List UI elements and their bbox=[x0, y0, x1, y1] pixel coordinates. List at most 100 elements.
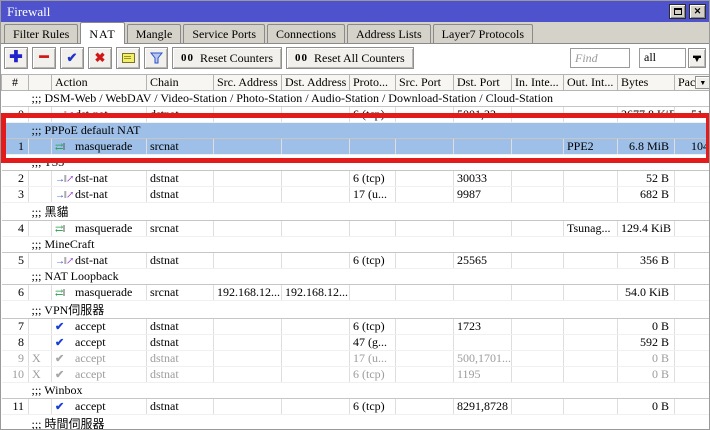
accept-icon: ✔ bbox=[55, 369, 64, 381]
rule-flag: X bbox=[28, 366, 52, 383]
src-port-cell bbox=[395, 106, 454, 123]
comment-text: ;;; Winbox bbox=[1, 382, 709, 399]
comment-text: ;;; TS3 bbox=[1, 154, 709, 171]
packets-cell bbox=[674, 170, 709, 187]
dst-address-cell bbox=[281, 398, 350, 415]
table-row[interactable]: 1 ⇄‖ masquerade srcnat PPE2 6.8 MiB 104 bbox=[1, 138, 709, 155]
table-row[interactable]: 10 X ✔ accept dstnat 6 (tcp) 1195 0 B bbox=[1, 366, 709, 383]
dst-port-cell: 1723 bbox=[453, 318, 512, 335]
combo-dropdown-button[interactable]: ▬ ▼ bbox=[688, 48, 706, 68]
disable-button[interactable]: ✖ bbox=[88, 47, 112, 69]
tab-layer7-protocols[interactable]: Layer7 Protocols bbox=[432, 24, 533, 43]
filter-combo-value[interactable]: all bbox=[639, 48, 686, 68]
column-header-flags[interactable] bbox=[28, 74, 52, 91]
remove-button[interactable]: ━ bbox=[32, 47, 56, 69]
table-row[interactable]: 6 ⇄‖ masquerade srcnat 192.168.12... 192.168.… bbox=[1, 284, 709, 301]
packets-cell bbox=[674, 334, 709, 351]
table-row[interactable]: 0 →‖↗ dst-nat dstnat 6 (tcp) 5001,22... 2677.8… bbox=[1, 106, 709, 123]
action-cell: ✔ accept bbox=[51, 366, 147, 383]
tab-nat[interactable]: NAT bbox=[80, 22, 125, 44]
out-interface-cell bbox=[563, 398, 618, 415]
column-header-dst-address[interactable]: Dst. Address bbox=[281, 74, 350, 91]
src-port-cell bbox=[395, 284, 454, 301]
column-header-#[interactable]: # bbox=[1, 74, 29, 91]
comment-row[interactable]: ;;; NAT Loopback bbox=[1, 268, 709, 285]
add-button[interactable]: ✚ bbox=[4, 47, 28, 69]
column-header-src-address[interactable]: Src. Address bbox=[213, 74, 282, 91]
rule-number: 0 bbox=[1, 106, 29, 123]
comment-row[interactable]: ;;; PPPoE default NAT bbox=[1, 122, 709, 139]
column-header-in-inte-[interactable]: In. Inte... bbox=[511, 74, 564, 91]
in-interface-cell bbox=[511, 252, 564, 269]
table-row[interactable]: 4 ⇄‖ masquerade srcnat Tsunag... 129.4 KiB bbox=[1, 220, 709, 237]
rule-number: 7 bbox=[1, 318, 29, 335]
minus-icon: ━ bbox=[39, 49, 49, 66]
action-cell: →‖↗ dst-nat bbox=[51, 186, 147, 203]
dst-port-cell bbox=[453, 220, 512, 237]
comment-row[interactable]: ;;; TS3 bbox=[1, 154, 709, 171]
table-row[interactable]: 2 →‖↗ dst-nat dstnat 6 (tcp) 30033 52 B bbox=[1, 170, 709, 187]
in-interface-cell bbox=[511, 318, 564, 335]
comment-text: ;;; PPPoE default NAT bbox=[1, 122, 709, 139]
bytes-cell: 682 B bbox=[617, 186, 675, 203]
comment-row[interactable]: ;;; 時間伺服器 bbox=[1, 414, 709, 429]
column-header-out-int-[interactable]: Out. Int... bbox=[563, 74, 618, 91]
enable-button[interactable]: ✔ bbox=[60, 47, 84, 69]
table-row[interactable]: 8 ✔ accept dstnat 47 (g... 592 B bbox=[1, 334, 709, 351]
packets-cell bbox=[674, 366, 709, 383]
column-header-bytes[interactable]: Bytes bbox=[617, 74, 675, 91]
table-row[interactable]: 11 ✔ accept dstnat 6 (tcp) 8291,8728 0 B bbox=[1, 398, 709, 415]
packets-cell bbox=[674, 350, 709, 367]
comment-row[interactable]: ;;; MineCraft bbox=[1, 236, 709, 253]
column-header-src-port[interactable]: Src. Port bbox=[395, 74, 454, 91]
comment-row[interactable]: ;;; Winbox bbox=[1, 382, 709, 399]
comment-row[interactable]: ;;; DSM-Web / WebDAV / Video-Station / P… bbox=[1, 90, 709, 107]
dst-address-cell bbox=[281, 334, 350, 351]
column-header-proto-[interactable]: Proto... bbox=[349, 74, 396, 91]
find-input[interactable] bbox=[570, 48, 630, 68]
src-port-cell bbox=[395, 334, 454, 351]
close-icon: ✕ bbox=[693, 6, 702, 16]
dst-port-cell bbox=[453, 284, 512, 301]
dst-port-cell: 9987 bbox=[453, 186, 512, 203]
chain-cell: dstnat bbox=[146, 252, 214, 269]
comment-row[interactable]: ;;; VPN伺服器 bbox=[1, 300, 709, 319]
comment-icon bbox=[121, 53, 135, 63]
table-row[interactable]: 7 ✔ accept dstnat 6 (tcp) 1723 0 B bbox=[1, 318, 709, 335]
rule-number: 3 bbox=[1, 186, 29, 203]
table-row[interactable]: 5 →‖↗ dst-nat dstnat 6 (tcp) 25565 356 B bbox=[1, 252, 709, 269]
out-interface-cell bbox=[563, 106, 618, 123]
protocol-cell: 6 (tcp) bbox=[349, 398, 396, 415]
column-header-action[interactable]: Action bbox=[51, 74, 147, 91]
table-row[interactable]: 9 X ✔ accept dstnat 17 (u... 500,1701... 0 B bbox=[1, 350, 709, 367]
column-menu-button[interactable]: ▼ bbox=[695, 76, 709, 89]
tab-connections[interactable]: Connections bbox=[267, 24, 345, 43]
masquerade-icon: ⇄‖ bbox=[55, 288, 65, 299]
close-button[interactable]: ✕ bbox=[689, 4, 706, 19]
tab-address-lists[interactable]: Address Lists bbox=[347, 24, 431, 43]
dst-port-cell: 1195 bbox=[453, 366, 512, 383]
action-cell: →‖↗ dst-nat bbox=[51, 106, 147, 123]
tab-filter-rules[interactable]: Filter Rules bbox=[4, 24, 79, 43]
column-header-pac[interactable]: Pac ▼ bbox=[674, 74, 709, 91]
column-header-dst-port[interactable]: Dst. Port bbox=[453, 74, 512, 91]
tab-mangle[interactable]: Mangle bbox=[126, 24, 182, 43]
action-cell: ⇄‖ masquerade bbox=[51, 138, 147, 155]
in-interface-cell bbox=[511, 398, 564, 415]
bytes-cell: 0 B bbox=[617, 366, 675, 383]
comment-row[interactable]: ;;; 黑貓 bbox=[1, 202, 709, 221]
tab-service-ports[interactable]: Service Ports bbox=[183, 24, 265, 43]
table-row[interactable]: 3 →‖↗ dst-nat dstnat 17 (u... 9987 682 B bbox=[1, 186, 709, 203]
protocol-cell: 6 (tcp) bbox=[349, 170, 396, 187]
filter-button[interactable] bbox=[144, 47, 168, 69]
packets-cell bbox=[674, 220, 709, 237]
bytes-cell: 0 B bbox=[617, 350, 675, 367]
maximize-button[interactable] bbox=[669, 4, 686, 19]
reset-counters-button[interactable]: 00 Reset Counters bbox=[172, 47, 282, 69]
reset-all-counters-button[interactable]: 00 Reset All Counters bbox=[286, 47, 414, 69]
rule-flag bbox=[28, 220, 52, 237]
protocol-cell: 6 (tcp) bbox=[349, 318, 396, 335]
comment-button[interactable] bbox=[116, 47, 140, 69]
column-header-chain[interactable]: Chain bbox=[146, 74, 214, 91]
src-address-cell bbox=[213, 138, 282, 155]
